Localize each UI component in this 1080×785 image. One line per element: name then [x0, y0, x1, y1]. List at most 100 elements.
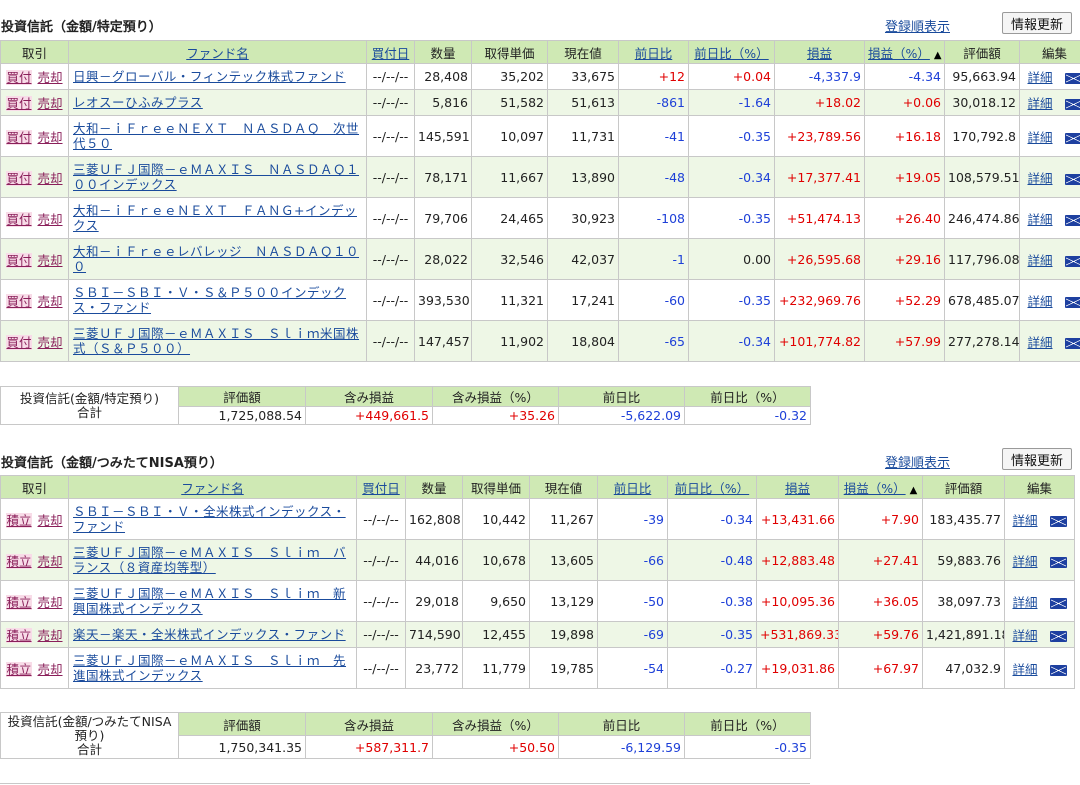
tokutei-sort-link[interactable]: 登録順表示	[885, 16, 950, 35]
detail-link[interactable]: 詳細	[1027, 335, 1052, 350]
sell-link[interactable]: 売却	[38, 335, 63, 350]
sell-link[interactable]: 売却	[38, 253, 63, 268]
mail-icon[interactable]	[1064, 255, 1080, 267]
mail-icon[interactable]	[1064, 214, 1080, 226]
th-chg[interactable]: 前日比	[618, 40, 689, 64]
th-date[interactable]: 買付日	[366, 40, 415, 64]
detail-link[interactable]: 詳細	[1027, 171, 1052, 186]
buy-link[interactable]: 買付	[6, 170, 32, 186]
mail-icon[interactable]	[1049, 631, 1067, 642]
th-chg-pct[interactable]: 前日比（%）	[667, 475, 757, 499]
buy-link[interactable]: 買付	[6, 211, 32, 227]
detail-link[interactable]: 詳細	[1027, 212, 1052, 227]
buy-link[interactable]: 買付	[6, 334, 32, 350]
action-cell: 買付 売却	[0, 115, 69, 157]
th-value: 評価額	[944, 40, 1020, 64]
detail-link[interactable]: 詳細	[1012, 554, 1037, 569]
th-chg-pct[interactable]: 前日比（%）	[688, 40, 775, 64]
th-chg[interactable]: 前日比	[597, 475, 668, 499]
fund-name-link[interactable]: 三菱ＵＦＪ国際－ｅＭＡＸＩＳ Ｓｌｉｍ 先進国株式インデックス	[73, 653, 346, 683]
fund-name-link[interactable]: ＳＢＩ－ＳＢＩ・Ｖ・全米株式インデックス・ファンド	[73, 504, 346, 534]
detail-link[interactable]: 詳細	[1012, 513, 1037, 528]
buy-date: --/--/--	[366, 115, 415, 157]
profit-loss: +19,031.86	[756, 647, 839, 689]
cost-price: 51,582	[471, 89, 548, 116]
fund-name-link[interactable]: 三菱ＵＦＪ国際－ｅＭＡＸＩＳ ＮＡＳＤＡＱ１００インデックス	[73, 162, 359, 192]
buy-link[interactable]: 積立	[6, 553, 32, 569]
th-fund[interactable]: ファンド名	[68, 475, 357, 499]
profit-loss: +531,869.33	[756, 621, 839, 648]
tokutei-header: 投資信託（金額/特定預り） 登録順表示 情報更新	[0, 0, 1076, 36]
fund-name-link[interactable]: 大和－ｉＦｒｅｅレバレッジ ＮＡＳＤＡＱ１００	[73, 244, 359, 274]
buy-link[interactable]: 積立	[6, 594, 32, 610]
mail-icon[interactable]	[1064, 99, 1080, 110]
sell-link[interactable]: 売却	[38, 171, 63, 186]
sell-link[interactable]: 売却	[38, 595, 63, 610]
detail-link[interactable]: 詳細	[1012, 595, 1037, 610]
table-row: 買付 売却 三菱ＵＦＪ国際－ｅＭＡＸＩＳ Ｓｌｉｍ米国株式（Ｓ＆Ｐ５００） --/--…	[0, 320, 1080, 362]
mail-icon[interactable]	[1064, 173, 1080, 185]
table-row: 買付 売却 ＳＢＩ－ＳＢＩ・Ｖ・Ｓ＆Ｐ５００インデックス・ファンド --/--/-- 3…	[0, 279, 1080, 321]
tokutei-refresh-button[interactable]: 情報更新	[1001, 12, 1072, 34]
fund-name-link[interactable]: 大和－ｉＦｒｅｅＮＥＸＴ ＦＡＮＧ+インデックス	[73, 203, 357, 233]
sell-link[interactable]: 売却	[38, 294, 63, 309]
current-price: 19,785	[529, 647, 598, 689]
fund-name-link[interactable]: 楽天－楽天・全米株式インデックス・ファンド	[73, 627, 346, 642]
buy-link[interactable]: 積立	[6, 628, 32, 643]
sell-link[interactable]: 売却	[38, 70, 63, 85]
detail-link[interactable]: 詳細	[1012, 662, 1037, 677]
fund-name-link[interactable]: ＳＢＩ－ＳＢＩ・Ｖ・Ｓ＆Ｐ５００インデックス・ファンド	[73, 285, 346, 315]
mail-icon[interactable]	[1049, 515, 1067, 527]
buy-link[interactable]: 積立	[6, 661, 32, 677]
detail-link[interactable]: 詳細	[1027, 294, 1052, 309]
day-change-pct: -1.64	[688, 89, 775, 116]
valuation: 246,474.86	[944, 197, 1020, 239]
th-pl-pct[interactable]: 損益（%） ▲	[864, 40, 945, 64]
mail-icon[interactable]	[1064, 296, 1080, 308]
buy-link[interactable]: 買付	[6, 96, 32, 111]
mail-icon[interactable]	[1064, 337, 1080, 349]
mail-icon[interactable]	[1064, 132, 1080, 144]
sell-link[interactable]: 売却	[38, 628, 63, 643]
mail-icon[interactable]	[1049, 664, 1067, 676]
buy-link[interactable]: 積立	[6, 512, 32, 528]
buy-link[interactable]: 買付	[6, 252, 32, 268]
nisa-sort-link[interactable]: 登録順表示	[885, 452, 950, 471]
fund-name-link[interactable]: レオスーひふみプラス	[73, 95, 203, 110]
nisa-refresh-button[interactable]: 情報更新	[1001, 448, 1072, 470]
mail-icon[interactable]	[1049, 556, 1067, 568]
detail-link[interactable]: 詳細	[1027, 253, 1052, 268]
sell-link[interactable]: 売却	[38, 130, 63, 145]
mail-icon[interactable]	[1064, 73, 1080, 84]
buy-link[interactable]: 買付	[6, 70, 32, 85]
detail-link[interactable]: 詳細	[1012, 628, 1037, 643]
nisa-summary-label: 投資信託(金額/つみたてNISA預り) 合計	[0, 712, 179, 759]
buy-link[interactable]: 買付	[6, 293, 32, 309]
detail-link[interactable]: 詳細	[1027, 130, 1052, 145]
sell-link[interactable]: 売却	[38, 513, 63, 528]
th-pl[interactable]: 損益	[774, 40, 865, 64]
buy-link[interactable]: 買付	[6, 129, 32, 145]
detail-link[interactable]: 詳細	[1027, 96, 1052, 111]
action-cell: 買付 売却	[0, 197, 69, 239]
edit-cell: 詳細	[1004, 498, 1075, 540]
sell-link[interactable]: 売却	[38, 96, 63, 111]
mail-icon[interactable]	[1049, 597, 1067, 609]
table-row: 積立 売却 楽天－楽天・全米株式インデックス・ファンド --/--/-- 714,590…	[0, 621, 1075, 648]
fund-name-link[interactable]: 三菱ＵＦＪ国際－ｅＭＡＸＩＳ Ｓｌｉｍ 新興国株式インデックス	[73, 586, 346, 616]
fund-name-link[interactable]: 日興－グローバル・フィンテック株式ファンド	[73, 69, 346, 84]
edit-cell: 詳細	[1019, 238, 1080, 280]
th-pl-pct[interactable]: 損益（%） ▲	[838, 475, 923, 499]
fund-name-link[interactable]: 大和－ｉＦｒｅｅＮＥＸＴ ＮＡＳＤＡＱ 次世代５０	[73, 121, 359, 151]
th-fund[interactable]: ファンド名	[68, 40, 367, 64]
action-cell: 買付 売却	[0, 89, 69, 116]
th-date[interactable]: 買付日	[356, 475, 406, 499]
fund-name-link[interactable]: 三菱ＵＦＪ国際－ｅＭＡＸＩＳ Ｓｌｉｍ バランス（８資産均等型）	[73, 545, 346, 575]
th-pl[interactable]: 損益	[756, 475, 839, 499]
fund-name-link[interactable]: 三菱ＵＦＪ国際－ｅＭＡＸＩＳ Ｓｌｉｍ米国株式（Ｓ＆Ｐ５００）	[73, 326, 359, 356]
sell-link[interactable]: 売却	[38, 212, 63, 227]
detail-link[interactable]: 詳細	[1027, 70, 1052, 85]
th-value: 評価額	[922, 475, 1005, 499]
sell-link[interactable]: 売却	[38, 554, 63, 569]
sell-link[interactable]: 売却	[38, 662, 63, 677]
